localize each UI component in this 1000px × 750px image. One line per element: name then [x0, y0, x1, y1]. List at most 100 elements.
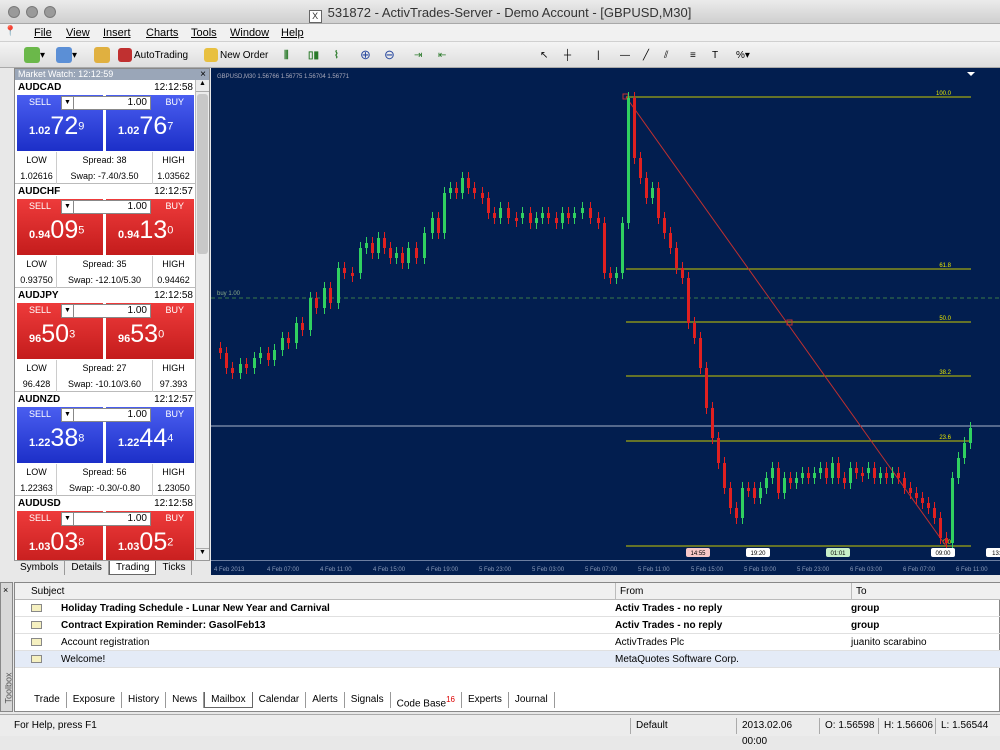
symbol-time: 12:12:58 [154, 498, 193, 509]
chart-shift-icon[interactable]: ⇤ [438, 46, 446, 64]
candlestick [651, 188, 654, 198]
candlestick [729, 488, 732, 508]
lot-size-input[interactable]: ▼ 1.00 [61, 304, 151, 318]
col-subject[interactable]: Subject [31, 583, 64, 600]
lot-dropdown-icon[interactable]: ▼ [62, 513, 74, 525]
lot-size-input[interactable]: ▼ 1.00 [61, 408, 151, 422]
price-chart[interactable]: GBPUSD,M30 1.56766 1.56775 1.56704 1.567… [211, 68, 1000, 560]
candlestick [337, 268, 340, 303]
lot-size-input[interactable]: ▼ 1.00 [61, 200, 151, 214]
candlestick [807, 473, 810, 478]
candlestick [939, 518, 942, 538]
lot-dropdown-icon[interactable]: ▼ [62, 201, 74, 213]
lot-dropdown-icon[interactable]: ▼ [62, 97, 74, 109]
fibonacci-icon[interactable]: ≡ [690, 46, 696, 64]
profiles-button[interactable]: ▾ [56, 46, 77, 64]
spread-value: Spread: 27 [57, 360, 153, 376]
tab-ticks[interactable]: Ticks [156, 561, 193, 575]
scroll-up-icon[interactable]: ▲ [196, 80, 209, 92]
col-from[interactable]: From [615, 583, 643, 600]
time-axis-label: 5 Feb 07:00 [585, 567, 618, 573]
autoscroll-icon[interactable]: ⇥ [414, 46, 422, 64]
market-watch-scrollbar[interactable]: ▲ ▼ [195, 80, 209, 560]
tab-trade[interactable]: Trade [28, 692, 67, 708]
tab-alerts[interactable]: Alerts [306, 692, 345, 708]
mail-row[interactable]: Contract Expiration Reminder: GasolFeb13… [15, 617, 1000, 634]
new-order-button[interactable]: New Order [204, 46, 268, 64]
autotrading-button[interactable]: AutoTrading [118, 46, 188, 64]
market-watch-icon[interactable] [94, 46, 110, 64]
tab-experts[interactable]: Experts [462, 692, 509, 708]
chart-canvas[interactable]: GBPUSD,M30 1.56766 1.56775 1.56704 1.567… [211, 68, 1000, 560]
sell-price-pips: 50 [41, 320, 70, 348]
lot-dropdown-icon[interactable]: ▼ [62, 305, 74, 317]
low-label: LOW [17, 152, 57, 168]
candlestick [867, 468, 870, 473]
tab-signals[interactable]: Signals [345, 692, 391, 708]
bar-chart-icon[interactable]: ⫼ [284, 46, 289, 64]
candlestick [415, 248, 418, 258]
status-datetime: 2013.02.06 00:00 [736, 718, 818, 747]
toolbox-close-icon[interactable]: × [3, 585, 8, 595]
lot-dropdown-icon[interactable]: ▼ [62, 409, 74, 421]
tab-details[interactable]: Details [65, 561, 109, 575]
tab-mailbox[interactable]: Mailbox [204, 692, 253, 708]
horizontal-line-icon[interactable]: — [620, 46, 630, 64]
tab-history[interactable]: History [122, 692, 167, 708]
shapes-menu-icon[interactable]: %▾ [736, 46, 750, 64]
market-watch-list: AUDCAD 12:12:58 SELL 1.02729 BUY 1.02767 … [15, 80, 196, 560]
scroll-down-icon[interactable]: ▼ [196, 548, 209, 560]
tab-exposure[interactable]: Exposure [67, 692, 123, 708]
close-icon[interactable]: × [200, 69, 206, 80]
menu-file[interactable]: File [34, 27, 52, 39]
lot-size-input[interactable]: ▼ 1.00 [61, 512, 151, 526]
time-axis: 4 Feb 2013 4 Feb 07:00 4 Feb 11:00 4 Feb 15… [211, 560, 1000, 575]
candlestick [765, 478, 768, 488]
cursor-icon[interactable]: ↖ [540, 46, 548, 64]
sell-price: 1.22388 [29, 424, 84, 453]
menu-window[interactable]: Window [230, 27, 269, 39]
candlestick [507, 208, 510, 218]
menu-charts[interactable]: Charts [146, 27, 178, 39]
time-tag-label: 01:01 [830, 551, 846, 557]
zoom-out-icon[interactable]: ⊖ [384, 46, 395, 64]
candlestick [759, 488, 762, 498]
buy-price: 1.22444 [118, 424, 173, 453]
candlestick [259, 353, 262, 358]
menu-tools[interactable]: Tools [191, 27, 217, 39]
candlestick [541, 213, 544, 218]
candlestick-icon[interactable]: ▯▮ [308, 46, 319, 64]
symbol-header: AUDCAD 12:12:58 [15, 80, 196, 95]
tab-news[interactable]: News [166, 692, 205, 708]
crosshair-icon[interactable]: ┼ [564, 46, 571, 64]
tab-code-base[interactable]: Code Base16 [391, 692, 462, 709]
low-value: 96.428 [17, 376, 57, 392]
mail-row[interactable]: Welcome! MetaQuotes Software Corp. [15, 651, 1000, 668]
lot-size-input[interactable]: ▼ 1.00 [61, 96, 151, 110]
mail-row[interactable]: Account registration ActivTrades Plc jua… [15, 634, 1000, 651]
zoom-in-icon[interactable]: ⊕ [360, 46, 371, 64]
channel-icon[interactable]: ⫽ [664, 46, 668, 64]
tab-journal[interactable]: Journal [509, 692, 555, 708]
mail-row[interactable]: Holiday Trading Schedule - Lunar New Yea… [15, 600, 1000, 617]
sell-price: 0.94095 [29, 216, 84, 245]
time-axis-label: 4 Feb 2013 [214, 567, 245, 573]
line-chart-icon[interactable]: ⌇ [334, 46, 339, 64]
new-chart-button[interactable]: ▾ [24, 46, 45, 64]
buy-price: 1.03052 [118, 528, 173, 557]
tab-symbols[interactable]: Symbols [14, 561, 66, 575]
text-icon[interactable]: T [712, 46, 718, 64]
col-to[interactable]: To [851, 583, 867, 600]
scroll-thumb[interactable] [197, 94, 208, 254]
menu-insert[interactable]: Insert [103, 27, 131, 39]
mail-to: juanito scarabino [851, 637, 927, 648]
tab-label: Trade [34, 694, 60, 705]
tab-calendar[interactable]: Calendar [253, 692, 307, 708]
toolbox-side-label: Toolbox [3, 672, 14, 704]
symbol-time: 12:12:57 [154, 394, 193, 405]
tab-trading[interactable]: Trading [108, 561, 157, 575]
trendline-icon[interactable]: ╱ [643, 46, 649, 64]
menu-help[interactable]: Help [281, 27, 304, 39]
menu-view[interactable]: View [66, 27, 90, 39]
vertical-line-icon[interactable]: | [597, 46, 600, 64]
